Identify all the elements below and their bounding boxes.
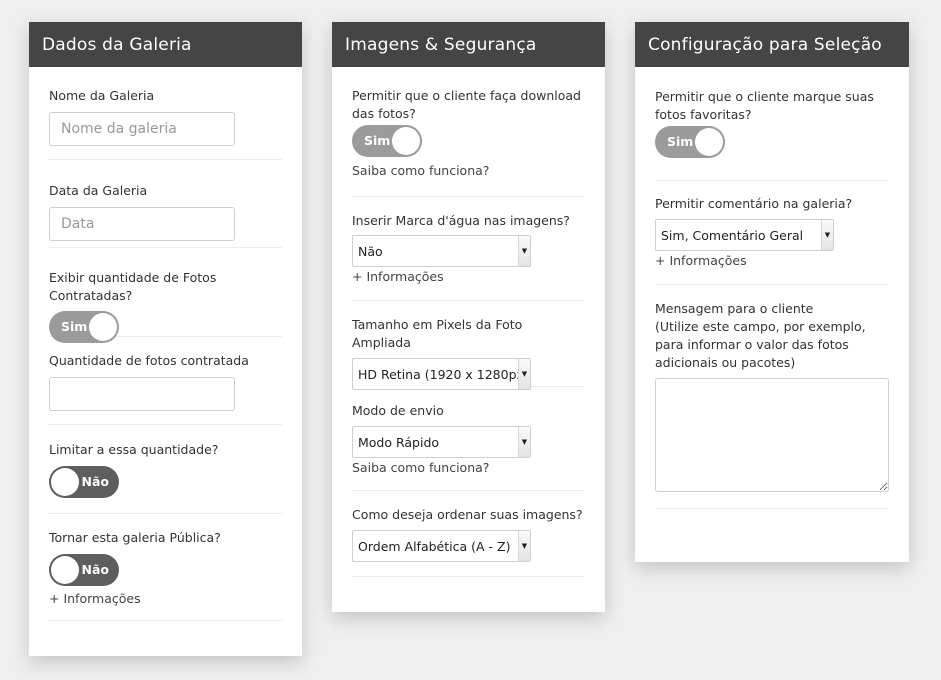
toggle-knob-icon bbox=[695, 128, 723, 156]
send-mode-select[interactable]: Modo Rápido ▼ bbox=[352, 426, 531, 458]
toggle-label: Sim bbox=[667, 134, 694, 149]
show-count-label: Exibir quantidade de Fotos Contratadas? bbox=[49, 270, 217, 303]
limit-toggle[interactable]: Não bbox=[49, 466, 119, 498]
contracted-count-group: Quantidade de fotos contratada bbox=[49, 337, 282, 425]
gallery-name-group: Nome da Galeria bbox=[49, 67, 282, 160]
panel-title: Configuração para Seleção bbox=[648, 34, 882, 55]
caret-down-icon: ▼ bbox=[518, 359, 530, 389]
toggle-knob-icon bbox=[392, 127, 420, 155]
gallery-name-input[interactable] bbox=[49, 112, 235, 146]
select-value: HD Retina (1920 x 1280px) bbox=[358, 366, 529, 382]
toggle-knob-icon bbox=[51, 556, 79, 584]
gallery-date-label: Data da Galeria bbox=[49, 183, 148, 198]
toggle-knob-icon bbox=[89, 313, 117, 341]
panel-header: Imagens & Segurança bbox=[332, 22, 605, 67]
gallery-name-label: Nome da Galeria bbox=[49, 88, 155, 103]
comment-group: Permitir comentário na galeria? Sim, Com… bbox=[655, 181, 888, 285]
caret-down-icon: ▼ bbox=[518, 531, 530, 561]
message-label: Mensagem para o cliente bbox=[655, 301, 814, 316]
toggle-label: Sim bbox=[61, 319, 88, 334]
download-group: Permitir que o cliente faça download das… bbox=[352, 67, 585, 197]
watermark-more-link[interactable]: + Informações bbox=[352, 268, 585, 286]
toggle-label: Não bbox=[81, 562, 109, 577]
send-mode-label: Modo de envio bbox=[352, 403, 444, 418]
show-count-toggle[interactable]: Sim bbox=[49, 311, 119, 343]
download-label: Permitir que o cliente faça download das… bbox=[352, 88, 581, 121]
gallery-date-group: Data da Galeria bbox=[49, 160, 282, 248]
panel-images-security: Imagens & Segurança Permitir que o clien… bbox=[332, 22, 605, 612]
public-label: Tornar esta galeria Pública? bbox=[49, 530, 221, 545]
comment-select[interactable]: Sim, Comentário Geral ▼ bbox=[655, 219, 834, 251]
message-textarea[interactable] bbox=[655, 378, 889, 492]
order-group: Como deseja ordenar suas imagens? Ordem … bbox=[352, 491, 585, 577]
limit-label: Limitar a essa quantidade? bbox=[49, 442, 219, 457]
watermark-select[interactable]: Não ▼ bbox=[352, 235, 531, 267]
toggle-label: Não bbox=[81, 474, 109, 489]
comment-label: Permitir comentário na galeria? bbox=[655, 196, 853, 211]
order-select[interactable]: Ordem Alfabética (A - Z) ▼ bbox=[352, 530, 531, 562]
message-group: Mensagem para o cliente (Utilize este ca… bbox=[655, 285, 889, 509]
panel-header: Configuração para Seleção bbox=[635, 22, 909, 67]
select-value: Não bbox=[358, 243, 383, 259]
contracted-count-input[interactable] bbox=[49, 377, 235, 411]
download-toggle[interactable]: Sim bbox=[352, 125, 422, 157]
limit-group: Limitar a essa quantidade? Não bbox=[49, 425, 282, 514]
message-hint: (Utilize este campo, por exemplo, para i… bbox=[655, 319, 866, 370]
caret-down-icon: ▼ bbox=[518, 427, 530, 457]
comment-more-link[interactable]: + Informações bbox=[655, 252, 888, 270]
download-help-link[interactable]: Saiba como funciona? bbox=[352, 162, 585, 180]
size-label: Tamanho em Pixels da Foto Ampliada bbox=[352, 317, 523, 350]
contracted-count-label: Quantidade de fotos contratada bbox=[49, 353, 249, 368]
select-value: Modo Rápido bbox=[358, 434, 440, 450]
favorites-group: Permitir que o cliente marque suas fotos… bbox=[655, 67, 888, 181]
panel-title: Imagens & Segurança bbox=[345, 34, 537, 55]
size-select[interactable]: HD Retina (1920 x 1280px) ▼ bbox=[352, 358, 531, 390]
watermark-group: Inserir Marca d'água nas imagens? Não ▼ … bbox=[352, 197, 585, 301]
select-value: Sim, Comentário Geral bbox=[661, 227, 804, 243]
panel-title: Dados da Galeria bbox=[42, 34, 192, 55]
show-count-group: Exibir quantidade de Fotos Contratadas? … bbox=[49, 248, 282, 343]
panel-selection-config: Configuração para Seleção Permitir que o… bbox=[635, 22, 909, 562]
public-group: Tornar esta galeria Pública? Não + Infor… bbox=[49, 514, 282, 621]
public-toggle[interactable]: Não bbox=[49, 554, 119, 586]
order-label: Como deseja ordenar suas imagens? bbox=[352, 507, 583, 522]
size-group: Tamanho em Pixels da Foto Ampliada HD Re… bbox=[352, 301, 585, 390]
favorites-label: Permitir que o cliente marque suas fotos… bbox=[655, 89, 874, 122]
toggle-knob-icon bbox=[51, 468, 79, 496]
toggle-label: Sim bbox=[364, 133, 391, 148]
send-mode-help-link[interactable]: Saiba como funciona? bbox=[352, 459, 585, 477]
caret-down-icon: ▼ bbox=[518, 236, 530, 266]
panel-header: Dados da Galeria bbox=[29, 22, 302, 67]
select-value: Ordem Alfabética (A - Z) bbox=[358, 538, 511, 554]
caret-down-icon: ▼ bbox=[821, 220, 833, 250]
send-mode-group: Modo de envio Modo Rápido ▼ Saiba como f… bbox=[352, 387, 585, 491]
panel-gallery-data: Dados da Galeria Nome da Galeria Data da… bbox=[29, 22, 302, 656]
gallery-date-input[interactable] bbox=[49, 207, 235, 241]
favorites-toggle[interactable]: Sim bbox=[655, 126, 725, 158]
watermark-label: Inserir Marca d'água nas imagens? bbox=[352, 213, 570, 228]
public-more-link[interactable]: + Informações bbox=[49, 590, 282, 608]
